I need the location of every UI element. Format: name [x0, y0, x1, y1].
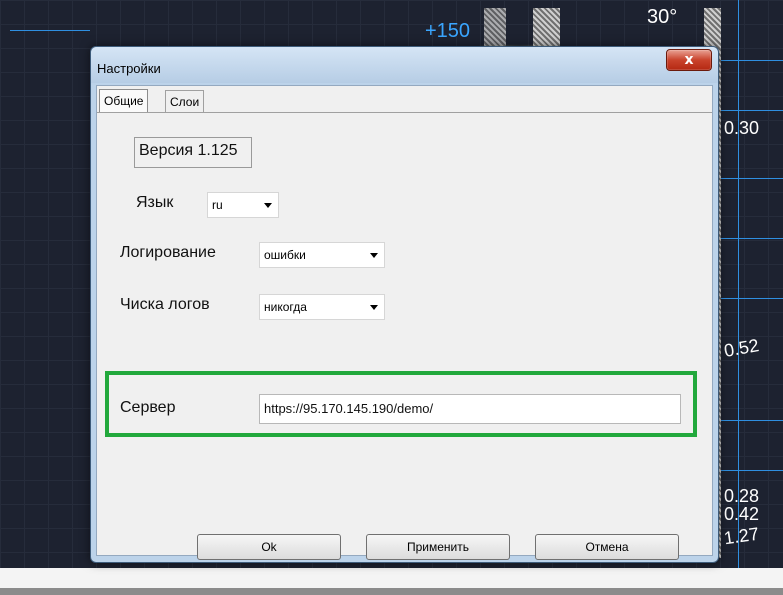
cad-line [720, 470, 783, 471]
angle-text: 30° [647, 6, 678, 28]
highlight-frame [105, 371, 697, 437]
dialog-titlebar[interactable]: Настройки x [91, 47, 718, 83]
language-value: ru [212, 198, 223, 212]
dimension-text: 1.27 [722, 523, 761, 549]
logging-label: Логирование [120, 244, 216, 261]
log-cleanup-label: Чиска логов [120, 296, 210, 313]
apply-button[interactable]: Применить [366, 534, 510, 560]
hatch-pattern [484, 8, 506, 46]
version-label: Версия 1.125 [139, 142, 238, 159]
cad-line [720, 178, 783, 179]
close-icon[interactable]: x [666, 49, 712, 71]
tab-divider [97, 112, 712, 113]
cad-line [720, 110, 783, 111]
logging-select[interactable]: ошибки [259, 242, 385, 268]
dialog-client: Общие Слои Версия 1.125 Язык ru Логирова… [96, 85, 713, 560]
ok-button[interactable]: Ok [197, 534, 341, 560]
bottom-bar [0, 588, 783, 595]
cad-line [720, 60, 783, 61]
cad-line [10, 30, 90, 31]
version-box: Версия 1.125 [134, 137, 252, 168]
cad-line [720, 420, 783, 421]
chevron-down-icon [370, 253, 378, 258]
chevron-down-icon [370, 305, 378, 310]
settings-dialog: Настройки x Общие Слои Версия 1.125 Язык… [90, 46, 719, 563]
tab-general[interactable]: Общие [99, 89, 149, 113]
dimension-text: 0.52 [722, 335, 761, 361]
cad-line [738, 0, 739, 568]
logging-value: ошибки [264, 248, 306, 262]
chevron-down-icon [264, 203, 272, 208]
dimension-text: 0.30 [724, 118, 760, 138]
dimension-text: 0.42 [724, 504, 760, 524]
language-select[interactable]: ru [207, 192, 279, 218]
cad-line [720, 238, 783, 239]
status-strip [0, 568, 783, 588]
dimension-text: +150 [425, 20, 471, 42]
cancel-button[interactable]: Отмена [535, 534, 679, 560]
cad-line [720, 298, 783, 299]
tab-layers[interactable]: Слои [165, 90, 205, 113]
log-cleanup-value: никогда [264, 300, 307, 314]
language-label: Язык [136, 194, 174, 211]
log-cleanup-select[interactable]: никогда [259, 294, 385, 320]
hatch-pattern [533, 8, 560, 46]
dialog-title: Настройки [97, 61, 161, 76]
